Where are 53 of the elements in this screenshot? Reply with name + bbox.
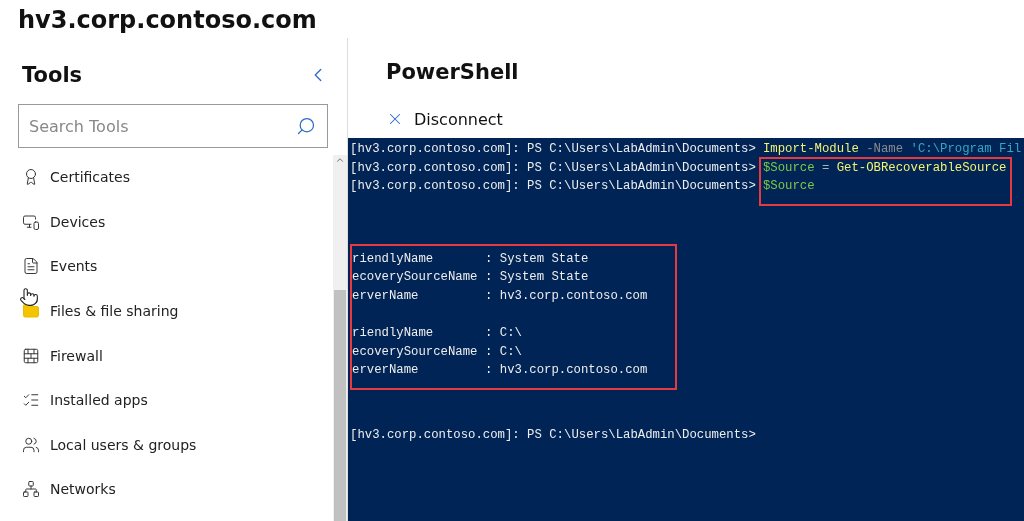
separator: : bbox=[485, 325, 494, 343]
property-value: hv3.corp.contoso.com bbox=[499, 287, 648, 305]
brick-wall-icon bbox=[22, 346, 40, 365]
command-token: Import-Module bbox=[762, 141, 859, 158]
tool-item[interactable]: Networks bbox=[50, 481, 116, 498]
search-field[interactable]: Search Tools bbox=[18, 104, 328, 148]
property-value: System State bbox=[499, 269, 589, 287]
terminal[interactable] bbox=[348, 138, 1024, 521]
property-name: erverName bbox=[352, 362, 420, 380]
property-name: ecoverySourceName bbox=[352, 343, 479, 361]
separator: : bbox=[485, 343, 494, 361]
prompt: [hv3.corp.contoso.com]: PS C:\Users\LabAdmin\Documents> bbox=[350, 159, 756, 177]
prompt: [hv3.corp.contoso.com]: PS C:\Users\LabAdmin\Documents> bbox=[350, 178, 756, 196]
tool-item[interactable]: Local users & groups bbox=[50, 436, 197, 453]
separator: : bbox=[485, 287, 494, 305]
property-value: hv3.corp.contoso.com bbox=[499, 362, 648, 380]
separator: : bbox=[485, 250, 494, 268]
property-name: ecoverySourceName bbox=[352, 269, 479, 287]
network-icon bbox=[22, 480, 40, 499]
property-value: C:\ bbox=[499, 325, 522, 343]
tool-item[interactable]: Certificates bbox=[50, 169, 130, 186]
property-name: riendlyName bbox=[352, 325, 435, 343]
command-token: = bbox=[821, 159, 830, 177]
prompt: [hv3.corp.contoso.com]: PS C:\Users\LabAdmin\Documents> bbox=[350, 141, 756, 158]
command-token: -Name bbox=[866, 141, 904, 158]
folder-icon bbox=[22, 302, 40, 321]
property-name: erverName bbox=[352, 287, 420, 305]
command-token: $Source bbox=[762, 178, 815, 196]
search-icon[interactable] bbox=[296, 116, 316, 136]
users-icon bbox=[22, 435, 40, 454]
monitor-icon bbox=[22, 212, 40, 231]
property-name: riendlyName bbox=[352, 250, 435, 268]
tools-heading: Tools bbox=[22, 63, 83, 87]
tool-item[interactable]: Firewall bbox=[50, 347, 103, 364]
separator: : bbox=[485, 362, 494, 380]
powershell-heading: PowerShell bbox=[386, 60, 520, 84]
separator: : bbox=[485, 269, 494, 287]
tool-item[interactable]: Devices bbox=[50, 213, 106, 230]
property-value: System State bbox=[499, 250, 589, 268]
property-value: C:\ bbox=[499, 343, 522, 361]
scroll-up-icon[interactable] bbox=[335, 155, 345, 165]
disconnect-button[interactable]: Disconnect bbox=[386, 107, 503, 131]
page-title: hv3.corp.contoso.com bbox=[17, 5, 318, 36]
command-token: 'C:\Program Fil bbox=[910, 141, 1022, 158]
prompt: [hv3.corp.contoso.com]: PS C:\Users\LabAdmin\Documents> bbox=[350, 426, 756, 444]
command-token: Get-OBRecoverableSource bbox=[836, 159, 1007, 177]
tool-item[interactable]: Events bbox=[50, 258, 98, 275]
tool-item[interactable]: Files & file sharing bbox=[50, 303, 179, 320]
hand-cursor-icon bbox=[19, 286, 39, 307]
scrollbar[interactable] bbox=[333, 155, 347, 521]
tool-item[interactable]: Installed apps bbox=[50, 392, 148, 409]
document-icon bbox=[22, 257, 40, 276]
command-token: $Source bbox=[762, 159, 815, 177]
